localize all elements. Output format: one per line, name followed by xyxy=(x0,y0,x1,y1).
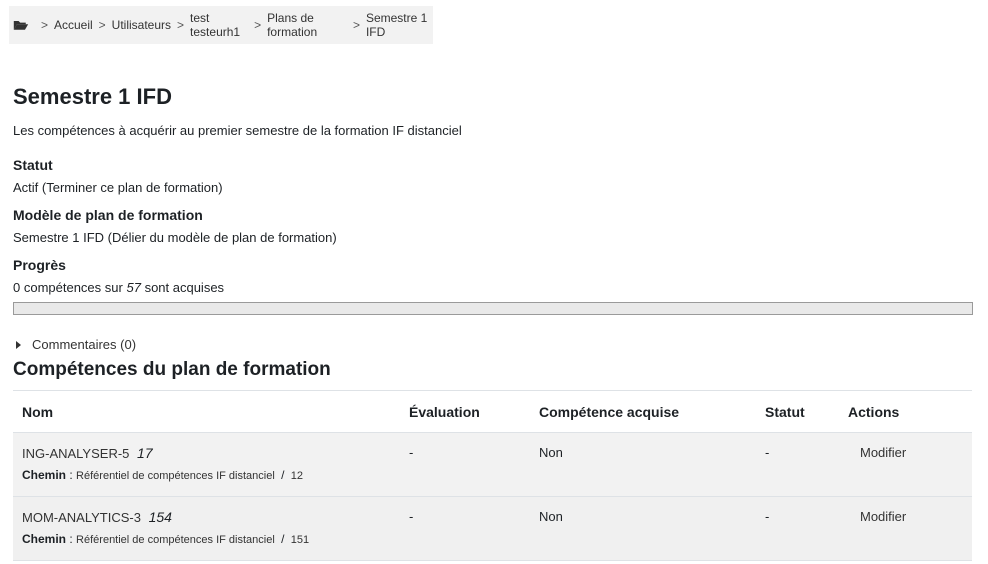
breadcrumb-current-plan-link[interactable]: Semestre 1 IFD xyxy=(366,11,433,39)
competency-id: 154 xyxy=(148,509,172,525)
path-parent-link[interactable]: 151 xyxy=(291,534,309,546)
competency-path: Chemin : Référentiel de compétences IF d… xyxy=(22,532,400,546)
progress-label: Progrès xyxy=(13,257,66,273)
plan-description: Les compétences à acquérir au premier se… xyxy=(13,123,462,138)
path-colon: : xyxy=(69,468,73,482)
column-header-status: Statut xyxy=(756,390,839,433)
table-header-row: Nom Évaluation Compétence acquise Statut… xyxy=(13,390,972,433)
path-framework-link[interactable]: Référentiel de compétences IF distanciel xyxy=(76,470,275,482)
column-header-name: Nom xyxy=(13,390,400,433)
progress-text-after: sont acquises xyxy=(144,280,225,295)
breadcrumb-separator: > xyxy=(177,18,185,32)
edit-competency-link[interactable]: Modifier xyxy=(860,445,906,460)
table-row: ING-ANALYSER-5 17 Chemin : Référentiel d… xyxy=(13,432,972,497)
competency-name-cell: ING-ANALYSER-5 17 Chemin : Référentiel d… xyxy=(13,432,400,497)
progress-text-before: 0 compétences sur xyxy=(13,280,123,295)
competency-id: 17 xyxy=(137,445,153,461)
status-value-line: Actif (Terminer ce plan de formation) xyxy=(13,180,223,195)
edit-competency-link[interactable]: Modifier xyxy=(860,509,906,524)
path-label: Chemin xyxy=(22,532,67,546)
progress-text: 0 compétences sur 57 sont acquises xyxy=(13,280,224,295)
status-label: Statut xyxy=(13,157,53,173)
evaluation-cell: - xyxy=(400,432,530,497)
actions-cell: Modifier xyxy=(839,432,972,497)
acquired-cell: Non xyxy=(530,496,756,561)
table-row: MOM-ANALYTICS-3 154 Chemin : Référentiel… xyxy=(13,496,972,561)
breadcrumb-separator: > xyxy=(254,18,262,32)
path-label: Chemin xyxy=(22,468,67,482)
path-colon: : xyxy=(69,532,73,546)
breadcrumb-plans-link[interactable]: Plans de formation xyxy=(267,11,347,39)
breadcrumb-separator: > xyxy=(40,18,48,32)
status-cell: - xyxy=(756,496,839,561)
page-title: Semestre 1 IFD xyxy=(13,84,172,109)
path-framework-link[interactable]: Référentiel de compétences IF distanciel xyxy=(76,534,275,546)
status-cell: - xyxy=(756,432,839,497)
folder-open-icon[interactable] xyxy=(13,18,29,32)
breadcrumb-separator: > xyxy=(352,18,360,32)
actions-cell: Modifier xyxy=(839,496,972,561)
competency-path: Chemin : Référentiel de compétences IF d… xyxy=(22,468,400,482)
status-value: Actif xyxy=(13,180,39,195)
competency-name-link[interactable]: MOM-ANALYTICS-3 xyxy=(22,510,141,525)
path-separator: / xyxy=(281,468,285,482)
column-header-acquired: Compétence acquise xyxy=(530,390,756,433)
competency-name-cell: MOM-ANALYTICS-3 154 Chemin : Référentiel… xyxy=(13,496,400,561)
unlink-template-link[interactable]: (Délier du modèle de plan de formation) xyxy=(108,230,337,245)
progress-bar xyxy=(13,302,973,315)
template-value-line: Semestre 1 IFD (Délier du modèle de plan… xyxy=(13,230,337,245)
comments-toggle[interactable]: Commentaires (0) xyxy=(16,337,136,352)
competencies-table: Nom Évaluation Compétence acquise Statut… xyxy=(13,390,972,561)
comments-label: Commentaires (0) xyxy=(32,337,137,352)
template-link[interactable]: Semestre 1 IFD xyxy=(13,230,104,245)
column-header-actions: Actions xyxy=(839,390,972,433)
caret-right-icon xyxy=(16,340,21,349)
column-header-evaluation: Évaluation xyxy=(400,390,530,433)
breadcrumb-separator: > xyxy=(98,18,106,32)
acquired-cell: Non xyxy=(530,432,756,497)
breadcrumb-user-link[interactable]: test testeurh1 xyxy=(190,11,248,39)
template-label: Modèle de plan de formation xyxy=(13,207,203,223)
path-parent-link[interactable]: 12 xyxy=(291,470,303,482)
breadcrumb: > Accueil > Utilisateurs > test testeurh… xyxy=(9,6,433,44)
path-separator: / xyxy=(281,532,285,546)
competency-name-link[interactable]: ING-ANALYSER-5 xyxy=(22,446,129,461)
progress-total: 57 xyxy=(126,280,141,295)
evaluation-cell: - xyxy=(400,496,530,561)
complete-plan-link[interactable]: (Terminer ce plan de formation) xyxy=(42,180,223,195)
breadcrumb-home-link[interactable]: Accueil xyxy=(54,18,93,32)
competencies-section-title: Compétences du plan de formation xyxy=(13,359,331,380)
breadcrumb-users-link[interactable]: Utilisateurs xyxy=(112,18,171,32)
